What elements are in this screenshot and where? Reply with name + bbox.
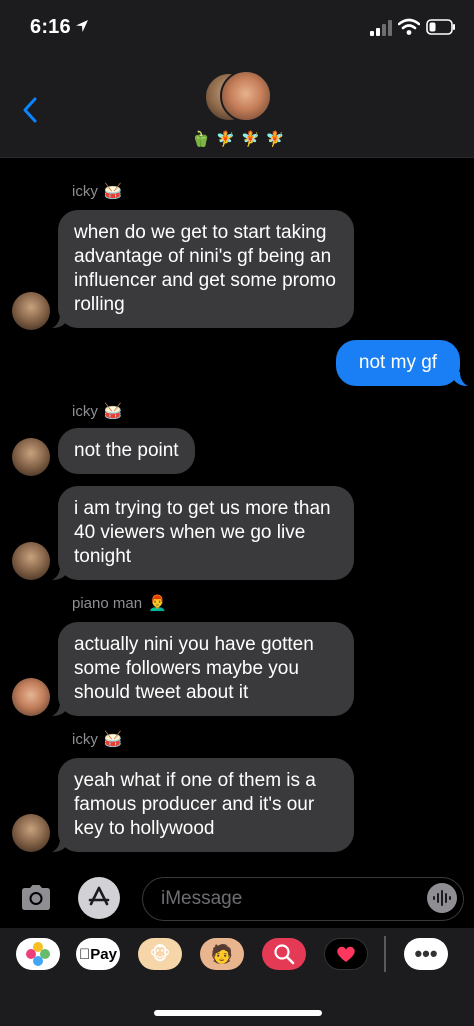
sender-name: piano man [72,595,143,612]
bubble-tail [52,838,66,852]
sender-avatar[interactable] [12,814,50,852]
message-input[interactable] [161,878,411,919]
animoji-button[interactable]: 🐵 [138,938,182,970]
wifi-icon [398,18,420,35]
message-text: i am trying to get us more than 40 viewe… [74,498,331,567]
monkey-face-icon: 🐵 [149,943,171,964]
sender-emoji: 🥁 [103,731,123,748]
apple-logo-icon:  [79,946,90,963]
camera-icon[interactable] [18,880,54,916]
bubble-tail [52,566,66,580]
message-thread: icky 🥁 when do we get to start taking adv… [0,158,474,870]
incoming-message-bubble[interactable]: yeah what if one of them is a famous pro… [58,758,354,852]
bubble-tail [52,702,66,716]
sender-avatar[interactable] [12,438,50,476]
bubble-tail [52,314,66,328]
drawer-divider [384,936,386,972]
photos-icon [26,942,50,966]
memoji-stickers-button[interactable]: 🧑 [200,938,244,970]
home-indicator[interactable] [154,1010,322,1016]
member-emoji: 🧚 [241,131,260,148]
group-members-row[interactable]: 🫑 🧚 🧚 🧚 [192,130,285,150]
message-text: not my gf [358,352,438,373]
compose-bar [0,870,474,928]
more-apps-button[interactable]: ••• [404,938,448,970]
bubble-tail [454,372,468,386]
incoming-message-bubble[interactable]: actually nini you have gotten some follo… [58,622,354,716]
sender-name: icky [72,403,98,420]
message-text: actually nini you have gotten some follo… [74,634,314,703]
app-store-button[interactable] [78,877,120,919]
sender-name: icky [72,183,98,200]
audio-waveform-icon [433,890,451,906]
sender-label: icky 🥁 [72,402,123,420]
incoming-message-bubble[interactable]: not the point [58,428,195,474]
sender-label: icky 🥁 [72,730,123,748]
sender-label: icky 🥁 [72,182,123,200]
sender-emoji: 🥁 [103,403,123,420]
sender-avatar[interactable] [12,678,50,716]
status-bar: 6:16 [0,0,474,58]
image-search-button[interactable] [262,938,306,970]
sender-emoji: 🥁 [103,183,123,200]
photos-app-button[interactable] [16,938,60,970]
message-text: when do we get to start taking advantage… [74,222,336,315]
sender-name: icky [72,731,98,748]
group-avatar[interactable] [204,70,274,126]
apple-pay-button[interactable]: Pay [76,938,120,970]
memoji-face-icon: 🧑 [210,943,234,964]
sender-avatar[interactable] [12,542,50,580]
sender-emoji: 👨‍🦰 [148,595,167,612]
member-avatar-front [220,70,272,122]
sender-avatar[interactable] [12,292,50,330]
back-chevron-icon[interactable] [20,96,40,124]
status-time: 6:16 [30,16,71,38]
member-emoji: 🧚 [216,131,235,148]
app-drawer: Pay 🐵 🧑 ••• [0,928,474,1026]
message-field[interactable] [142,877,464,921]
member-emoji: 🫑 [191,131,211,148]
incoming-message-bubble[interactable]: i am trying to get us more than 40 viewe… [58,486,354,580]
search-globe-icon [274,944,295,965]
member-emoji: 🧚 [265,131,285,148]
heart-icon [337,946,355,962]
outgoing-message-bubble[interactable]: not my gf [336,340,460,386]
message-text: yeah what if one of them is a famous pro… [74,770,316,839]
message-text: not the point [74,440,179,461]
conversation-header: 🫑 🧚 🧚 🧚 [0,58,474,158]
cellular-signal-icon [370,20,392,36]
app-store-icon [88,886,110,906]
digital-touch-button[interactable] [324,938,368,970]
sender-label: piano man 👨‍🦰 [72,594,167,612]
apple-pay-label: Pay [84,945,117,963]
audio-record-button[interactable] [427,883,457,913]
more-dots-icon: ••• [414,941,438,966]
incoming-message-bubble[interactable]: when do we get to start taking advantage… [58,210,354,328]
battery-icon [426,19,455,35]
location-arrow-icon [76,20,88,32]
